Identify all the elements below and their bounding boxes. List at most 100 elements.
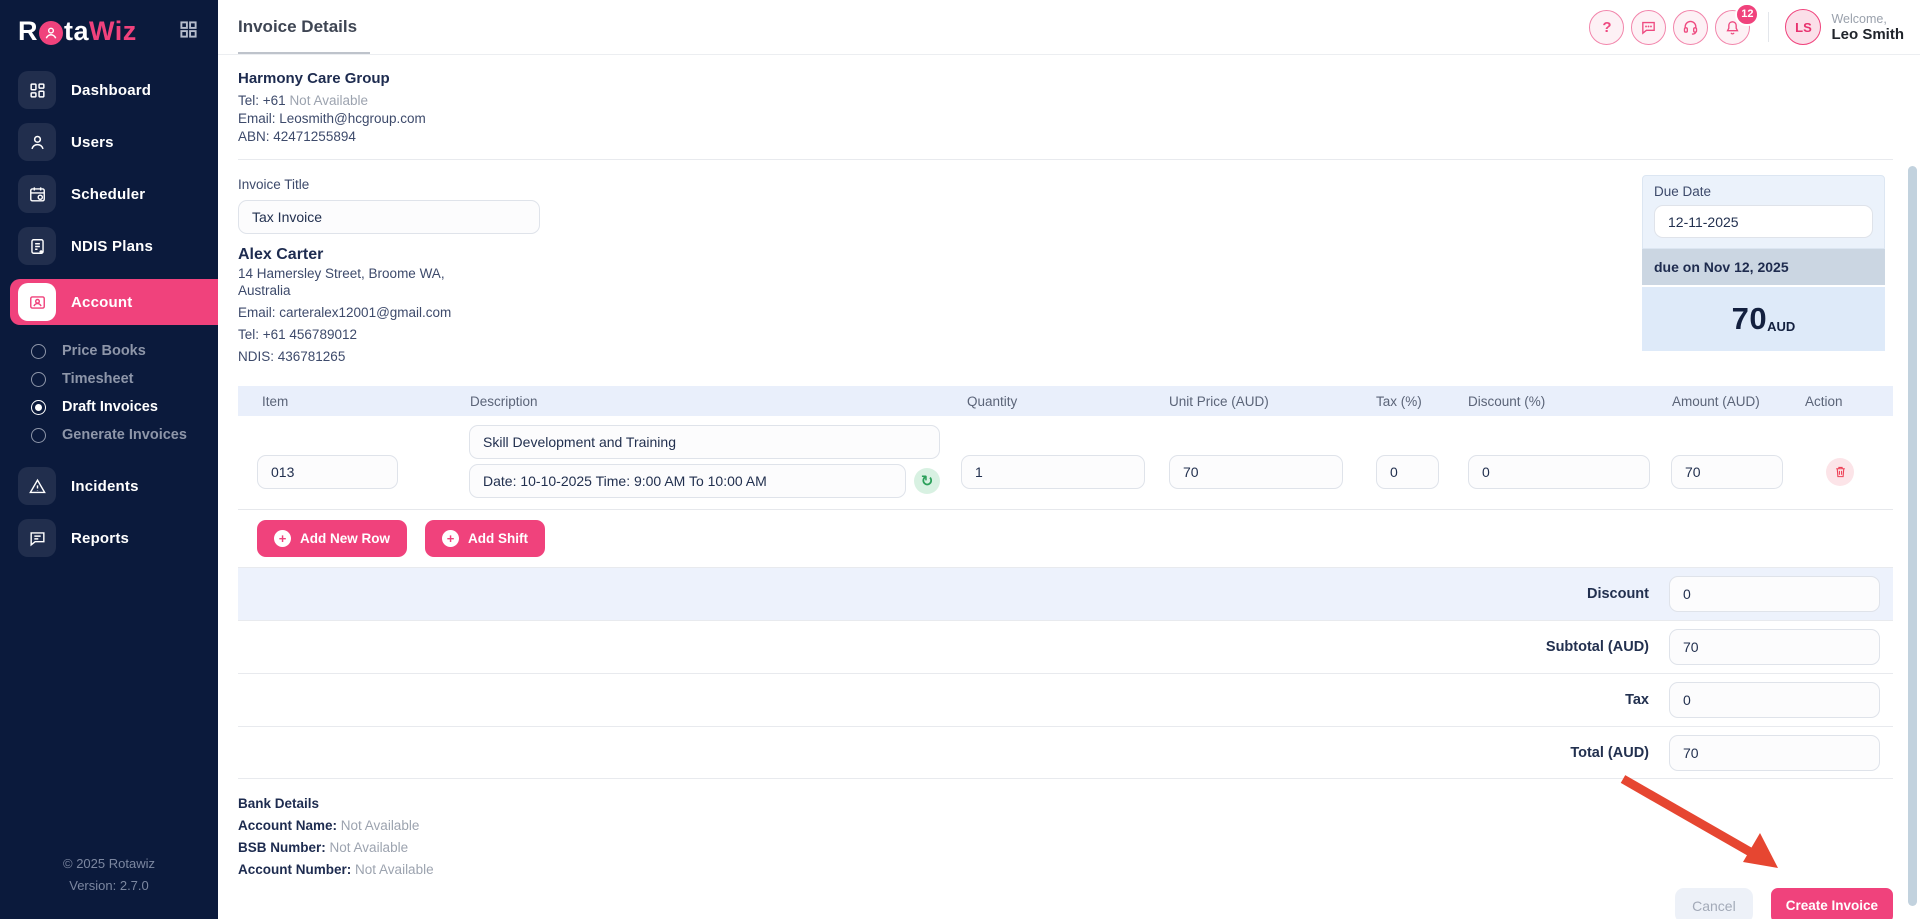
page-title: Invoice Details — [238, 17, 357, 37]
radio-icon — [31, 428, 46, 443]
tax-total-label: Tax — [1625, 692, 1649, 708]
add-new-row-button[interactable]: + Add New Row — [257, 520, 407, 557]
chat-icon — [1640, 19, 1657, 36]
account-icon — [18, 283, 56, 321]
col-header-amount: Amount (AUD) — [1660, 394, 1788, 409]
col-header-quantity: Quantity — [952, 394, 1150, 409]
scheduler-icon — [18, 175, 56, 213]
user-name: Leo Smith — [1831, 27, 1904, 43]
refresh-icon: ↻ — [921, 472, 934, 490]
submenu-item-generate-invoices[interactable]: Generate Invoices — [0, 421, 218, 449]
version-text: Version: 2.7.0 — [0, 875, 218, 897]
topbar-divider — [1768, 12, 1769, 42]
logo-text-ta: ta — [64, 16, 89, 47]
grand-total-label: Total (AUD) — [1570, 745, 1649, 761]
radio-icon — [31, 344, 46, 359]
radio-selected-icon — [31, 400, 46, 415]
shift-datetime-input[interactable] — [469, 464, 906, 498]
chat-button[interactable] — [1631, 10, 1666, 45]
company-block: Harmony Care Group Tel: +61 Not Availabl… — [238, 70, 1893, 146]
description-input[interactable] — [469, 425, 940, 459]
tax-input[interactable] — [1376, 455, 1439, 489]
invoice-details-content: Harmony Care Group Tel: +61 Not Availabl… — [218, 55, 1920, 919]
company-tel: Tel: +61 Not Available — [238, 92, 1893, 110]
submenu-item-price-books[interactable]: Price Books — [0, 337, 218, 365]
col-header-description: Description — [455, 394, 952, 409]
support-button[interactable] — [1673, 10, 1708, 45]
bank-details-title: Bank Details — [238, 793, 1893, 815]
col-header-unit-price: Unit Price (AUD) — [1150, 394, 1355, 409]
rotawiz-logo: RtaWiz — [18, 16, 137, 47]
col-header-item: Item — [238, 394, 455, 409]
discount-input[interactable] — [1468, 455, 1650, 489]
welcome-text: Welcome, — [1831, 11, 1904, 27]
section-divider — [238, 159, 1893, 160]
headset-icon — [1682, 19, 1699, 36]
vertical-scrollbar[interactable] — [1908, 166, 1917, 906]
item-code-input[interactable] — [257, 455, 398, 489]
sidebar-item-scheduler[interactable]: Scheduler — [18, 175, 218, 213]
discount-total-label: Discount — [1587, 586, 1649, 602]
add-shift-button[interactable]: + Add Shift — [425, 520, 545, 557]
discount-total-input[interactable] — [1669, 576, 1880, 612]
due-date-panel: Due Date due on Nov 12, 2025 70 AUD — [1642, 175, 1885, 351]
submenu-item-draft-invoices[interactable]: Draft Invoices — [0, 393, 218, 421]
plus-icon: + — [442, 530, 459, 547]
tax-total-input[interactable] — [1669, 682, 1880, 718]
radio-icon — [31, 372, 46, 387]
bank-account-number: Account Number: Not Available — [238, 859, 1893, 881]
due-amount-currency: AUD — [1767, 319, 1795, 334]
col-header-discount: Discount (%) — [1445, 394, 1660, 409]
sidebar-item-ndis-plans[interactable]: NDIS Plans — [18, 227, 218, 265]
topbar: Invoice Details ? 12 LS Welcome, Leo Smi… — [218, 0, 1920, 55]
quantity-input[interactable] — [961, 455, 1145, 489]
topbar-actions: ? 12 LS Welcome, Leo Smith — [1582, 9, 1920, 45]
trash-icon — [1834, 465, 1847, 479]
bank-account-name: Account Name: Not Available — [238, 815, 1893, 837]
due-amount-value: 70 — [1732, 301, 1767, 337]
cancel-button[interactable]: Cancel — [1675, 888, 1753, 919]
bank-details: Bank Details Account Name: Not Available… — [238, 793, 1893, 881]
delete-row-button[interactable] — [1826, 458, 1854, 486]
due-date-input[interactable] — [1654, 205, 1873, 238]
logo-person-icon — [39, 21, 63, 45]
invoice-title-input[interactable] — [238, 200, 540, 234]
invoice-items-table: Item Description Quantity Unit Price (AU… — [238, 386, 1893, 510]
sidebar-item-account[interactable]: Account — [10, 279, 218, 325]
ndis-plans-icon — [18, 227, 56, 265]
sidebar-item-users[interactable]: Users — [18, 123, 218, 161]
copyright-text: © 2025 Rotawiz — [0, 853, 218, 875]
sidebar-item-reports[interactable]: Reports — [18, 519, 218, 557]
incidents-icon — [18, 467, 56, 505]
avatar[interactable]: LS — [1785, 9, 1821, 45]
subtotal-input[interactable] — [1669, 629, 1880, 665]
sidebar-item-incidents[interactable]: Incidents — [18, 467, 218, 505]
amount-input[interactable] — [1671, 455, 1783, 489]
table-header-row: Item Description Quantity Unit Price (AU… — [238, 386, 1893, 416]
welcome-block: Welcome, Leo Smith — [1831, 11, 1904, 43]
discount-total-row: Discount — [238, 567, 1893, 620]
sidebar-collapse-icon[interactable] — [179, 20, 198, 44]
subtotal-label: Subtotal (AUD) — [1546, 639, 1649, 655]
help-button[interactable]: ? — [1589, 10, 1624, 45]
submenu-item-timesheet[interactable]: Timesheet — [0, 365, 218, 393]
notifications-button[interactable]: 12 — [1715, 10, 1750, 45]
col-header-tax: Tax (%) — [1355, 394, 1445, 409]
sidebar-footer: © 2025 Rotawiz Version: 2.7.0 — [0, 853, 218, 897]
company-email: Email: Leosmith@hcgroup.com — [238, 110, 1893, 128]
reset-shift-button[interactable]: ↻ — [914, 468, 940, 494]
account-submenu: Price Books Timesheet Draft Invoices Gen… — [0, 337, 218, 449]
users-icon — [18, 123, 56, 161]
due-note: due on Nov 12, 2025 — [1642, 249, 1885, 285]
help-icon: ? — [1602, 19, 1611, 36]
unit-price-input[interactable] — [1169, 455, 1343, 489]
sidebar-nav: Dashboard Users Scheduler NDIS Plans Acc… — [0, 71, 218, 557]
sidebar: RtaWiz Dashboard Users Scheduler NDIS Pl… — [0, 0, 218, 919]
due-date-field: Due Date — [1642, 175, 1885, 249]
notification-badge: 12 — [1735, 3, 1759, 26]
app-root: RtaWiz Dashboard Users Scheduler NDIS Pl… — [0, 0, 1920, 919]
sidebar-item-dashboard[interactable]: Dashboard — [18, 71, 218, 109]
subtotal-row: Subtotal (AUD) — [238, 620, 1893, 673]
create-invoice-button[interactable]: Create Invoice — [1771, 888, 1893, 919]
grand-total-input[interactable] — [1669, 735, 1880, 771]
